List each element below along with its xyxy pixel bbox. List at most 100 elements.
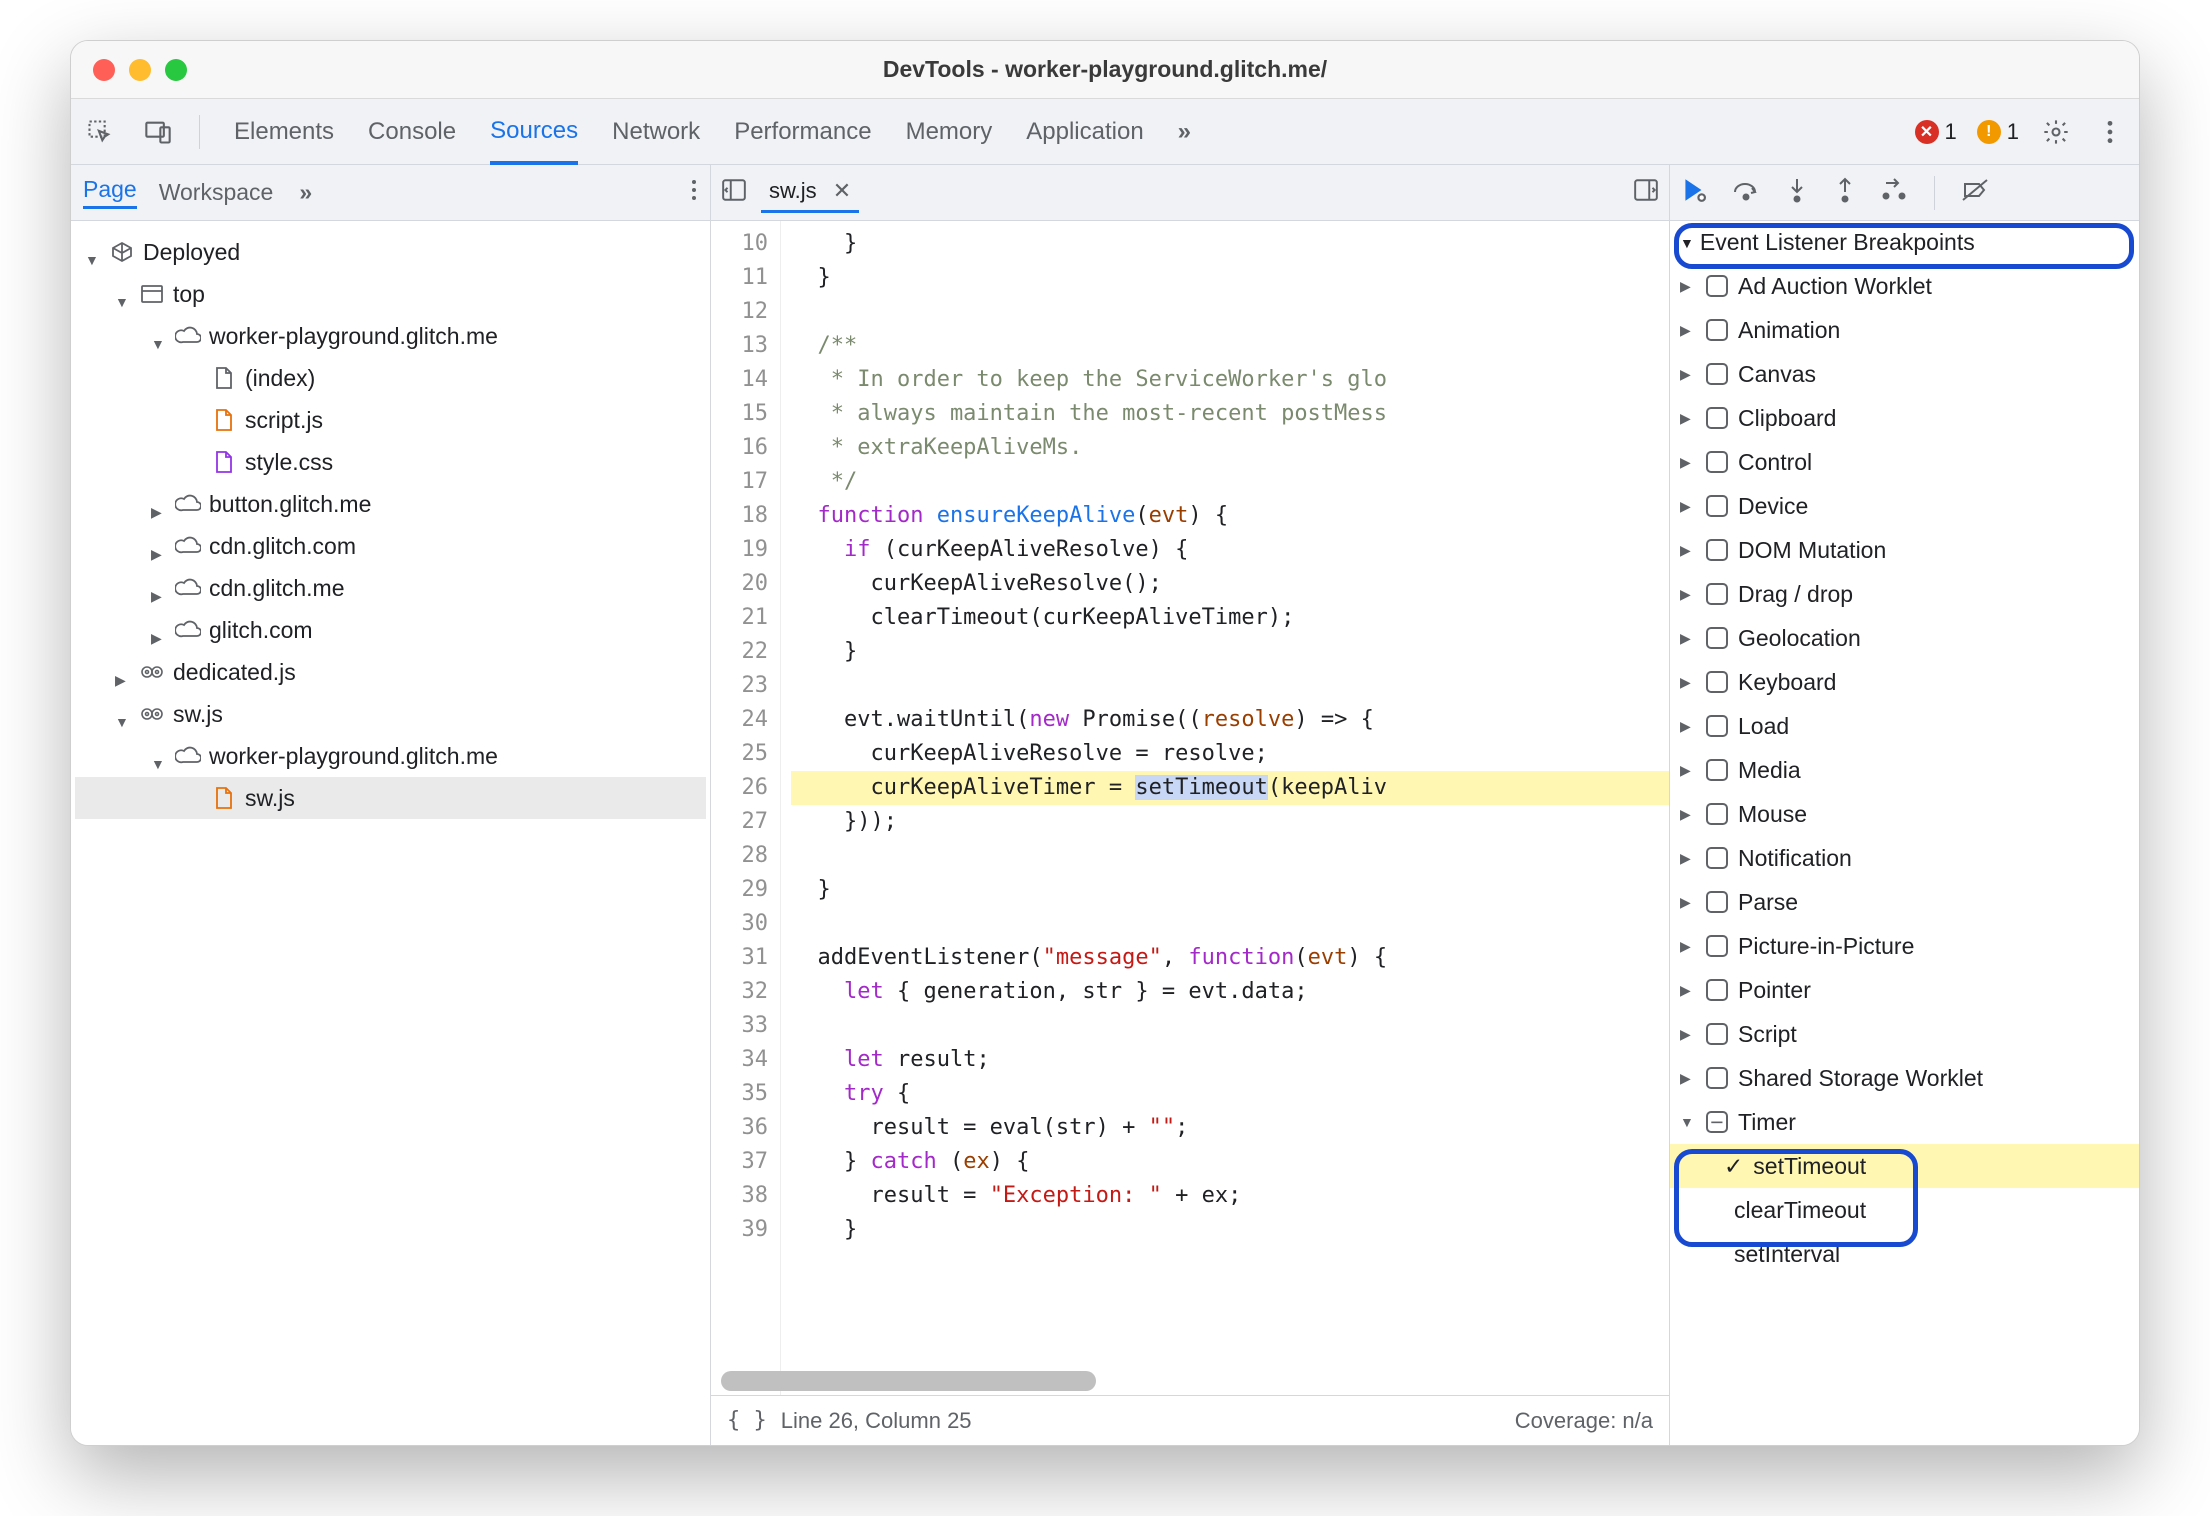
device-toolbar-icon[interactable]: [141, 115, 175, 149]
bp-category[interactable]: ▶Clipboard: [1670, 396, 2139, 440]
kebab-icon[interactable]: [2093, 115, 2127, 149]
inspect-icon[interactable]: [83, 115, 117, 149]
checkbox-mixed-icon[interactable]: −: [1706, 1111, 1728, 1133]
checkbox-icon[interactable]: [1706, 451, 1728, 473]
tree-file-index[interactable]: (index): [75, 357, 706, 399]
warn-count[interactable]: ! 1: [1977, 119, 2019, 145]
bp-category[interactable]: ▶Canvas: [1670, 352, 2139, 396]
checkbox-icon[interactable]: [1706, 979, 1728, 1001]
subtabs-overflow[interactable]: »: [299, 179, 312, 206]
tab-network[interactable]: Network: [612, 99, 700, 164]
checkbox-icon[interactable]: [1706, 1023, 1728, 1045]
checkbox-icon[interactable]: [1706, 407, 1728, 429]
bp-category[interactable]: ▶Geolocation: [1670, 616, 2139, 660]
navigator-kebab-icon[interactable]: [690, 178, 698, 208]
deactivate-breakpoints-icon[interactable]: [1961, 178, 1991, 208]
file-js-icon: [211, 407, 237, 433]
tree-worker-dedicated[interactable]: dedicated.js: [75, 651, 706, 693]
bp-category[interactable]: ▶Control: [1670, 440, 2139, 484]
checkbox-icon[interactable]: [1706, 539, 1728, 561]
bp-category[interactable]: ▶DOM Mutation: [1670, 528, 2139, 572]
bp-category[interactable]: ▶Media: [1670, 748, 2139, 792]
bp-item[interactable]: clearTimeout: [1670, 1188, 2139, 1232]
tab-memory[interactable]: Memory: [906, 99, 993, 164]
checkbox-icon[interactable]: [1706, 627, 1728, 649]
bp-category[interactable]: ▶Shared Storage Worklet: [1670, 1056, 2139, 1100]
tree-top[interactable]: top: [75, 273, 706, 315]
toggle-debugger-icon[interactable]: [1633, 177, 1659, 209]
settings-icon[interactable]: [2039, 115, 2073, 149]
bp-category[interactable]: ▶Script: [1670, 1012, 2139, 1056]
bp-category[interactable]: ▶Mouse: [1670, 792, 2139, 836]
bp-category[interactable]: ▶Picture-in-Picture: [1670, 924, 2139, 968]
error-icon: ✕: [1915, 120, 1939, 144]
tab-sources[interactable]: Sources: [490, 100, 578, 165]
tree-file-scriptjs[interactable]: script.js: [75, 399, 706, 441]
tree-deployed[interactable]: Deployed: [75, 231, 706, 273]
checkbox-icon[interactable]: [1706, 715, 1728, 737]
editor-tab-swjs[interactable]: sw.js ✕: [761, 172, 859, 213]
subtab-workspace[interactable]: Workspace: [159, 179, 274, 206]
checkbox-icon[interactable]: [1706, 847, 1728, 869]
checkbox-icon[interactable]: [1706, 935, 1728, 957]
step-icon[interactable]: [1882, 178, 1908, 208]
checkbox-icon[interactable]: [1706, 275, 1728, 297]
bp-category[interactable]: ▶Load: [1670, 704, 2139, 748]
tree-domain-cdn1[interactable]: cdn.glitch.com: [75, 525, 706, 567]
checkbox-icon[interactable]: [1706, 759, 1728, 781]
tab-application[interactable]: Application: [1026, 99, 1143, 164]
tree-domain-button[interactable]: button.glitch.me: [75, 483, 706, 525]
file-tree[interactable]: Deployed top worker-playground.glitch.me: [71, 221, 710, 829]
bp-label: Ad Auction Worklet: [1738, 273, 1932, 300]
step-into-icon[interactable]: [1786, 177, 1808, 209]
checkbox-icon[interactable]: [1706, 671, 1728, 693]
tree-sw-domain[interactable]: worker-playground.glitch.me: [75, 735, 706, 777]
breakpoint-categories: ▶Ad Auction Worklet▶Animation▶Canvas▶Cli…: [1670, 264, 2139, 1445]
checkbox-icon[interactable]: [1706, 1067, 1728, 1089]
checkbox-icon[interactable]: [1706, 363, 1728, 385]
step-out-icon[interactable]: [1834, 177, 1856, 209]
tree-domain-main[interactable]: worker-playground.glitch.me: [75, 315, 706, 357]
bp-category[interactable]: ▶Animation: [1670, 308, 2139, 352]
tab-performance[interactable]: Performance: [734, 99, 871, 164]
bp-category[interactable]: ▶Device: [1670, 484, 2139, 528]
checkbox-icon[interactable]: [1706, 319, 1728, 341]
step-over-icon[interactable]: [1732, 178, 1760, 208]
bp-category-timer[interactable]: ▼−Timer: [1670, 1100, 2139, 1144]
tab-elements[interactable]: Elements: [234, 99, 334, 164]
tab-console[interactable]: Console: [368, 99, 456, 164]
tree-domain-glitch[interactable]: glitch.com: [75, 609, 706, 651]
toggle-navigator-icon[interactable]: [721, 177, 747, 209]
checkbox-icon[interactable]: [1706, 891, 1728, 913]
code-editor[interactable]: 1011121314151617181920212223242526272829…: [711, 221, 1669, 1395]
devtools-window: DevTools - worker-playground.glitch.me/ …: [70, 40, 2140, 1446]
checkbox-icon[interactable]: [1706, 583, 1728, 605]
tabs-overflow[interactable]: »: [1178, 99, 1191, 164]
tree-file-stylecss[interactable]: style.css: [75, 441, 706, 483]
resume-icon[interactable]: [1680, 177, 1706, 209]
bp-item[interactable]: setInterval: [1670, 1232, 2139, 1276]
frame-icon: [139, 281, 165, 307]
bp-category[interactable]: ▶Pointer: [1670, 968, 2139, 1012]
bp-category[interactable]: ▶Parse: [1670, 880, 2139, 924]
bp-item[interactable]: ✓setTimeout: [1670, 1144, 2139, 1188]
code-content[interactable]: } } /** * In order to keep the ServiceWo…: [781, 221, 1669, 1395]
tree-file-swjs[interactable]: sw.js: [75, 777, 706, 819]
bp-category[interactable]: ▶Ad Auction Worklet: [1670, 264, 2139, 308]
checkbox-icon[interactable]: ✓: [1724, 1153, 1743, 1180]
close-tab-icon[interactable]: ✕: [833, 178, 851, 204]
pretty-print-icon[interactable]: { }: [727, 1408, 767, 1433]
event-listener-breakpoints-header[interactable]: ▼ Event Listener Breakpoints: [1670, 221, 2139, 264]
checkbox-icon[interactable]: [1706, 495, 1728, 517]
checkbox-icon[interactable]: [1706, 803, 1728, 825]
warn-icon: !: [1977, 120, 2001, 144]
bp-category[interactable]: ▶Keyboard: [1670, 660, 2139, 704]
bp-category[interactable]: ▶Notification: [1670, 836, 2139, 880]
main-toolbar: Elements Console Sources Network Perform…: [71, 99, 2139, 165]
tree-worker-sw[interactable]: sw.js: [75, 693, 706, 735]
subtab-page[interactable]: Page: [83, 176, 137, 209]
horizontal-scrollbar[interactable]: [721, 1371, 1659, 1391]
error-count[interactable]: ✕ 1: [1915, 119, 1957, 145]
tree-domain-cdn2[interactable]: cdn.glitch.me: [75, 567, 706, 609]
bp-category[interactable]: ▶Drag / drop: [1670, 572, 2139, 616]
